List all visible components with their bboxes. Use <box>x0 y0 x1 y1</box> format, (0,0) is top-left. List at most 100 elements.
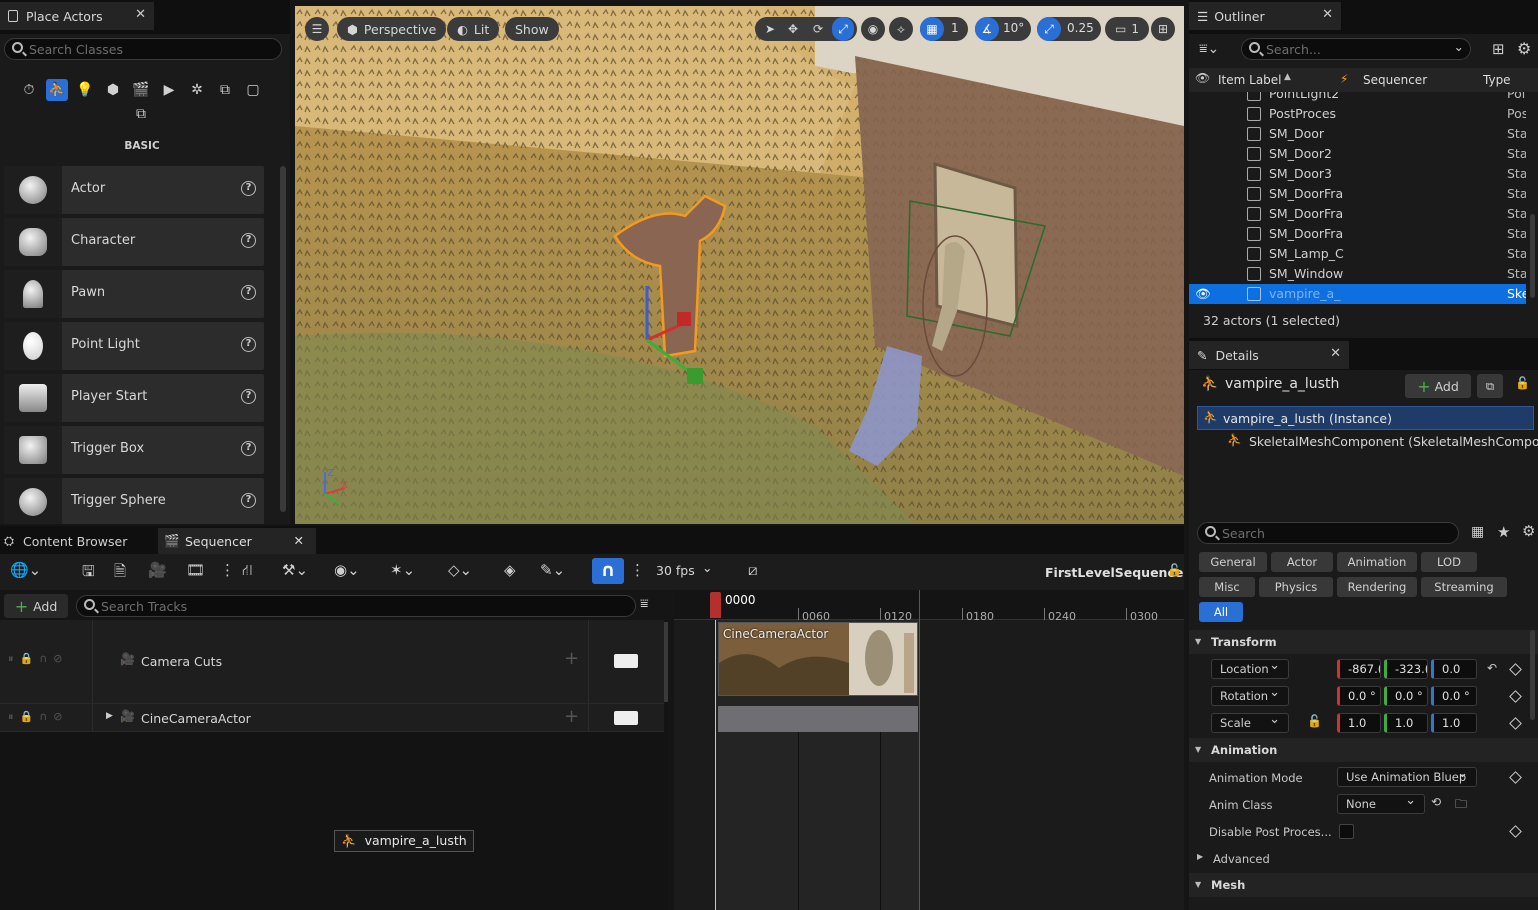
blueprint-icon[interactable]: ⧉ <box>1477 374 1503 398</box>
key-interpolation-icon[interactable]: ◇⌄ <box>448 561 472 579</box>
outliner-scrollbar[interactable] <box>1530 214 1535 298</box>
close-icon[interactable]: ✕ <box>1330 346 1341 361</box>
actor-item-trigger-sphere[interactable]: Trigger Sphere ? <box>4 478 264 524</box>
rotation-snap-value[interactable]: 10° <box>1003 21 1024 35</box>
camera-toggle-icon[interactable] <box>614 654 638 668</box>
lights-category-icon[interactable]: 💡 <box>74 79 96 101</box>
lock-icon[interactable]: 🔓 <box>1167 563 1182 577</box>
edit-pencil-icon[interactable]: ✎⌄ <box>540 561 565 579</box>
browse-folder-icon[interactable]: 🗀 <box>1455 795 1467 816</box>
selected-list-item[interactable]: 👁 vampire_a_ Skeleta <box>1189 284 1526 304</box>
camera-cut-clip[interactable]: CineCameraActor <box>718 622 918 696</box>
filter-icon[interactable]: ⩸⌄ <box>1199 41 1219 57</box>
scale-snap-value[interactable]: 0.25 <box>1067 21 1094 35</box>
save-as-icon[interactable]: 🗎 <box>114 561 126 586</box>
help-icon[interactable]: ? <box>241 493 256 508</box>
rotation-dropdown[interactable]: Rotation <box>1211 686 1289 706</box>
track-controls-icon[interactable]: ⏸🔒∩⊘ <box>8 652 68 666</box>
help-icon[interactable]: ? <box>241 233 256 248</box>
rotation-x-field[interactable]: 0.0 ° <box>1337 686 1381 706</box>
location-z-field[interactable]: 0.0 <box>1431 659 1477 679</box>
list-item[interactable]: SM_Door2StaticM <box>1189 144 1526 164</box>
add-folder-icon[interactable]: ⊞ <box>1492 40 1505 58</box>
settings-gear-icon[interactable]: ⚙ <box>1522 522 1535 540</box>
content-browser-tab[interactable]: ⛭ Content Browser <box>0 528 154 554</box>
details-search-input[interactable]: Search <box>1197 522 1459 544</box>
chevron-down-icon[interactable]: ⌄ <box>1454 39 1464 54</box>
view-options-eye-icon[interactable]: ◉⌄ <box>334 561 360 579</box>
place-actors-scrollbar[interactable] <box>280 166 286 512</box>
level-viewport[interactable]: Z X ☰ ⬢ Perspective ◐ Lit Show ➤ ✥ ⟳ ⤢ ◉… <box>295 6 1184 524</box>
visibility-eye-icon[interactable]: 👁 <box>1195 286 1211 302</box>
filter-rendering-button[interactable]: Rendering <box>1337 577 1417 597</box>
visual-effects-category-icon[interactable]: ▶ <box>158 79 180 101</box>
scale-snap-icon[interactable]: ⤢ <box>1037 17 1061 41</box>
keyframe-diamond-icon[interactable] <box>1509 663 1522 676</box>
list-item[interactable]: SM_WindowStaticM <box>1189 264 1526 284</box>
keyframe-diamond-icon[interactable] <box>1509 771 1522 784</box>
key-tools-icon[interactable]: ⚒⌄ <box>282 561 308 579</box>
location-dropdown[interactable]: Location <box>1211 659 1289 679</box>
scale-lock-icon[interactable]: 🔓 <box>1307 714 1322 728</box>
animation-mode-dropdown[interactable]: Use Animation Bluep <box>1337 767 1477 787</box>
lit-button[interactable]: ◐ Lit <box>447 17 500 41</box>
lock-icon[interactable]: 🔓 <box>1515 376 1530 390</box>
actor-item-trigger-box[interactable]: Trigger Box ? <box>4 426 264 474</box>
filter-animation-button[interactable]: Animation <box>1337 552 1417 572</box>
filter-actor-button[interactable]: Actor <box>1271 552 1333 572</box>
track-row[interactable]: ⏸🔒∩⊘ 🎥 Camera Cuts + <box>0 620 664 704</box>
scale-icon[interactable]: ⤢ <box>832 17 854 41</box>
more-options-icon[interactable]: ⋮ <box>220 561 235 579</box>
all-classes-category-icon[interactable]: ▢ <box>242 79 264 101</box>
actor-item-point-light[interactable]: Point Light ? <box>4 322 264 370</box>
add-component-button[interactable]: + Add <box>1405 374 1471 398</box>
snap-options-icon[interactable]: ⋮ <box>630 561 645 579</box>
camera-speed-button[interactable]: ▭ 1 <box>1105 17 1149 41</box>
details-scrollbar[interactable] <box>1530 630 1535 720</box>
actor-item-actor[interactable]: Actor ? <box>4 166 264 214</box>
actor-item-character[interactable]: Character ? <box>4 218 264 266</box>
filter-icon[interactable]: ⩸ <box>640 596 649 612</box>
maximize-viewport-icon[interactable]: ⊞ <box>1151 17 1175 41</box>
actor-item-player-start[interactable]: Player Start ? <box>4 374 264 422</box>
expand-arrow-icon[interactable]: ▶ <box>106 711 113 721</box>
volumes-category-icon[interactable]: ✲ <box>186 79 208 101</box>
filter-lod-button[interactable]: LOD <box>1421 552 1477 572</box>
actor-item-pawn[interactable]: Pawn ? <box>4 270 264 318</box>
grid-snap-value[interactable]: 1 <box>951 21 959 35</box>
mesh-section[interactable]: Mesh <box>1189 873 1538 897</box>
sequencer-tab[interactable]: 🎬 Sequencer ✕ <box>158 528 316 554</box>
list-item[interactable]: SM_DoorFraStaticM <box>1189 224 1526 244</box>
rotation-y-field[interactable]: 0.0 ° <box>1384 686 1428 706</box>
surface-snap-icon[interactable]: ⟡ <box>889 17 913 41</box>
grid-snap-icon[interactable]: ▦ <box>920 17 944 41</box>
location-x-field[interactable]: -867.( <box>1337 659 1381 679</box>
rotation-z-field[interactable]: 0.0 ° <box>1431 686 1477 706</box>
scale-y-field[interactable]: 1.0 <box>1384 713 1428 733</box>
anim-class-dropdown[interactable]: None <box>1337 794 1425 814</box>
close-icon[interactable]: ✕ <box>294 533 304 548</box>
details-tab[interactable]: ✎ Details ✕ <box>1189 341 1349 369</box>
component-instance-row[interactable]: ⛹ vampire_a_lusth (Instance) <box>1197 406 1534 430</box>
perspective-button[interactable]: ⬢ Perspective <box>337 17 447 41</box>
world-icon[interactable]: 🌐⌄ <box>10 561 41 579</box>
camera-add-icon[interactable]: 🎥 <box>148 561 167 579</box>
filter-all-button[interactable]: All <box>1199 602 1243 622</box>
camera-actor-bar[interactable] <box>718 706 918 732</box>
scale-z-field[interactable]: 1.0 <box>1431 713 1477 733</box>
help-icon[interactable]: ? <box>241 441 256 456</box>
track-controls-icon[interactable]: ⏸🔒∩⊘ <box>8 710 68 724</box>
use-selected-arrow-icon[interactable]: ⟲ <box>1431 795 1441 809</box>
list-item[interactable]: SM_Door3StaticM <box>1189 164 1526 184</box>
add-plus-icon[interactable]: + <box>564 648 579 669</box>
advanced-expander[interactable]: ▶ Advanced <box>1189 848 1538 870</box>
col-item-label[interactable]: Item Label <box>1218 73 1282 87</box>
col-sequencer[interactable]: Sequencer <box>1363 73 1427 87</box>
coordinate-space-icon[interactable]: ◉ <box>861 17 885 41</box>
list-item[interactable]: SM_DoorFraStaticM <box>1189 184 1526 204</box>
favorite-star-icon[interactable]: ★ <box>1497 523 1510 541</box>
curve-editor-icon[interactable]: ⧄ <box>748 561 758 579</box>
list-item[interactable]: SM_DoorStaticM <box>1189 124 1526 144</box>
outliner-tab[interactable]: ☰ Outliner ✕ <box>1189 2 1341 30</box>
list-item[interactable]: PointLight2PointLi <box>1189 92 1526 104</box>
